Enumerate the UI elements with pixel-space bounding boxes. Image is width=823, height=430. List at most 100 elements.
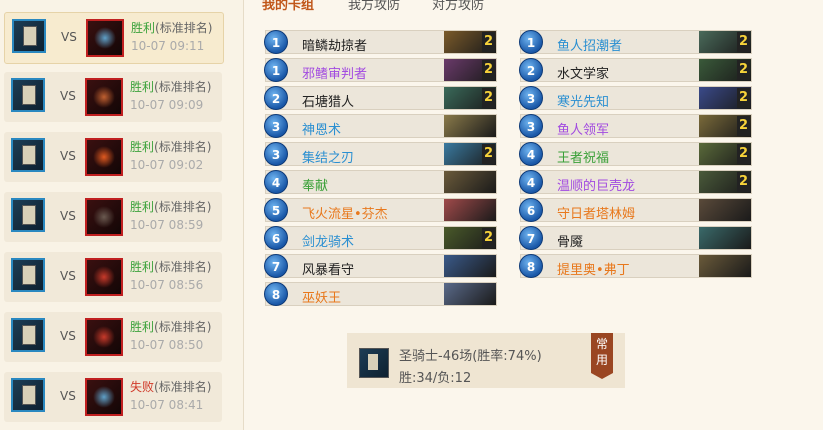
mana-cost: 5	[264, 198, 288, 222]
match-time: 10-07 09:11	[131, 39, 205, 53]
card-count: 2	[737, 60, 750, 80]
card-row[interactable]: 7 骨魇	[519, 226, 752, 250]
match-time: 10-07 08:56	[130, 278, 204, 292]
card-row[interactable]: 7 风暴看守	[264, 254, 497, 278]
card-count: 2	[737, 116, 750, 136]
card-row[interactable]: 3 鱼人领军 2	[519, 114, 752, 138]
common-badge: 常用	[591, 333, 613, 379]
match-result: 失败(标准排名)	[130, 378, 211, 395]
spider-icon	[85, 198, 123, 236]
result-label: 胜利	[130, 80, 155, 94]
tab-my-deck[interactable]: 我的卡组	[262, 0, 314, 13]
card-count: 2	[482, 144, 495, 164]
paladin-hero-icon	[11, 78, 45, 112]
match-row[interactable]: VS 失败(标准排名) 10-07 08:41	[4, 372, 222, 422]
card-count: 2	[482, 32, 495, 52]
card-row[interactable]: 4 温顺的巨壳龙 2	[519, 170, 752, 194]
mana-cost: 4	[519, 170, 543, 194]
card-name: 神恩术	[302, 123, 342, 138]
card-count: 2	[737, 172, 750, 192]
card-name: 守日者塔林姆	[557, 207, 636, 222]
card-row[interactable]: 2 石塘猎人 2	[264, 86, 497, 110]
bow-icon	[85, 78, 123, 116]
card-art-thumbnail	[699, 255, 751, 277]
card-name: 剑龙骑术	[302, 235, 355, 250]
gear-mech-icon	[86, 19, 124, 57]
match-result: 胜利(标准排名)	[130, 78, 211, 95]
card-row[interactable]: 3 寒光先知 2	[519, 86, 752, 110]
card-row[interactable]: 3 集结之刃 2	[264, 142, 497, 166]
tab-opponent-attack-defense[interactable]: 对方攻防	[432, 0, 484, 13]
match-row[interactable]: VS 胜利(标准排名) 10-07 08:56	[4, 252, 222, 302]
mana-cost: 6	[264, 226, 288, 250]
card-art-thumbnail	[699, 227, 751, 249]
card-row[interactable]: 1 鱼人招潮者 2	[519, 30, 752, 54]
card-name: 石塘猎人	[302, 95, 355, 110]
vs-label: VS	[60, 89, 76, 103]
paladin-hero-icon	[11, 318, 45, 352]
card-name: 鱼人招潮者	[557, 39, 623, 54]
card-count: 2	[737, 88, 750, 108]
deck-summary: 圣骑士-46场(胜率:74%) 胜:34/负:12 常用	[347, 333, 625, 388]
demon-sigil-icon	[85, 318, 123, 356]
match-history-panel: VS 胜利(标准排名) 10-07 09:11 VS 胜利(标准排名) 10-07 09:…	[0, 0, 244, 430]
paladin-hero-icon	[11, 198, 45, 232]
match-result: 胜利(标准排名)	[130, 318, 211, 335]
card-row[interactable]: 2 水文学家 2	[519, 58, 752, 82]
mana-cost: 3	[519, 86, 543, 110]
card-row[interactable]: 1 暗鳞劫掠者 2	[264, 30, 497, 54]
match-row[interactable]: VS 胜利(标准排名) 10-07 09:09	[4, 72, 222, 122]
card-row[interactable]: 6 守日者塔林姆	[519, 198, 752, 222]
gear-mech-icon	[85, 378, 123, 416]
card-art-thumbnail	[444, 283, 496, 305]
card-row[interactable]: 6 剑龙骑术 2	[264, 226, 497, 250]
card-name: 飞火流星•芬杰	[302, 207, 388, 222]
mana-cost: 8	[519, 254, 543, 278]
match-mode: (标准排名)	[154, 260, 212, 274]
fire-blade-icon	[85, 138, 123, 176]
paladin-hero-icon	[11, 258, 45, 292]
match-row[interactable]: VS 胜利(标准排名) 10-07 09:11	[4, 12, 224, 64]
match-mode: (标准排名)	[154, 320, 212, 334]
mana-cost: 2	[264, 86, 288, 110]
vs-label: VS	[60, 269, 76, 283]
card-art-thumbnail	[444, 171, 496, 193]
card-row[interactable]: 4 奉献	[264, 170, 497, 194]
card-row[interactable]: 3 神恩术	[264, 114, 497, 138]
match-time: 10-07 09:02	[130, 158, 204, 172]
result-label: 胜利	[130, 320, 155, 334]
paladin-hero-icon	[11, 378, 45, 412]
card-name: 风暴看守	[302, 263, 355, 278]
card-name: 集结之刃	[302, 151, 355, 166]
card-count: 2	[482, 60, 495, 80]
match-mode: (标准排名)	[154, 80, 212, 94]
card-count: 2	[737, 144, 750, 164]
mana-cost: 1	[264, 58, 288, 82]
match-row[interactable]: VS 胜利(标准排名) 10-07 08:59	[4, 192, 222, 242]
card-name: 鱼人领军	[557, 123, 610, 138]
result-label: 胜利	[130, 140, 155, 154]
summary-record: 圣骑士-46场(胜率:74%)	[399, 349, 542, 364]
card-row[interactable]: 8 巫妖王	[264, 282, 497, 306]
match-row[interactable]: VS 胜利(标准排名) 10-07 09:02	[4, 132, 222, 182]
mana-cost: 8	[264, 282, 288, 306]
vs-label: VS	[60, 329, 76, 343]
card-name: 王者祝福	[557, 151, 610, 166]
card-name: 暗鳞劫掠者	[302, 39, 368, 54]
match-mode: (标准排名)	[154, 200, 212, 214]
card-name: 巫妖王	[302, 291, 342, 306]
mana-cost: 7	[519, 226, 543, 250]
card-row[interactable]: 1 邪鳍审判者 2	[264, 58, 497, 82]
match-time: 10-07 09:09	[130, 98, 204, 112]
match-mode: (标准排名)	[154, 380, 212, 394]
match-result: 胜利(标准排名)	[130, 258, 211, 275]
card-row[interactable]: 5 飞火流星•芬杰	[264, 198, 497, 222]
match-row[interactable]: VS 胜利(标准排名) 10-07 08:50	[4, 312, 222, 362]
tab-my-attack-defense[interactable]: 我方攻防	[348, 0, 400, 13]
paladin-hero-icon	[12, 19, 46, 53]
mana-cost: 4	[264, 170, 288, 194]
result-label: 胜利	[130, 260, 155, 274]
card-row[interactable]: 4 王者祝福 2	[519, 142, 752, 166]
card-row[interactable]: 8 提里奥•弗丁	[519, 254, 752, 278]
result-label: 胜利	[130, 200, 155, 214]
